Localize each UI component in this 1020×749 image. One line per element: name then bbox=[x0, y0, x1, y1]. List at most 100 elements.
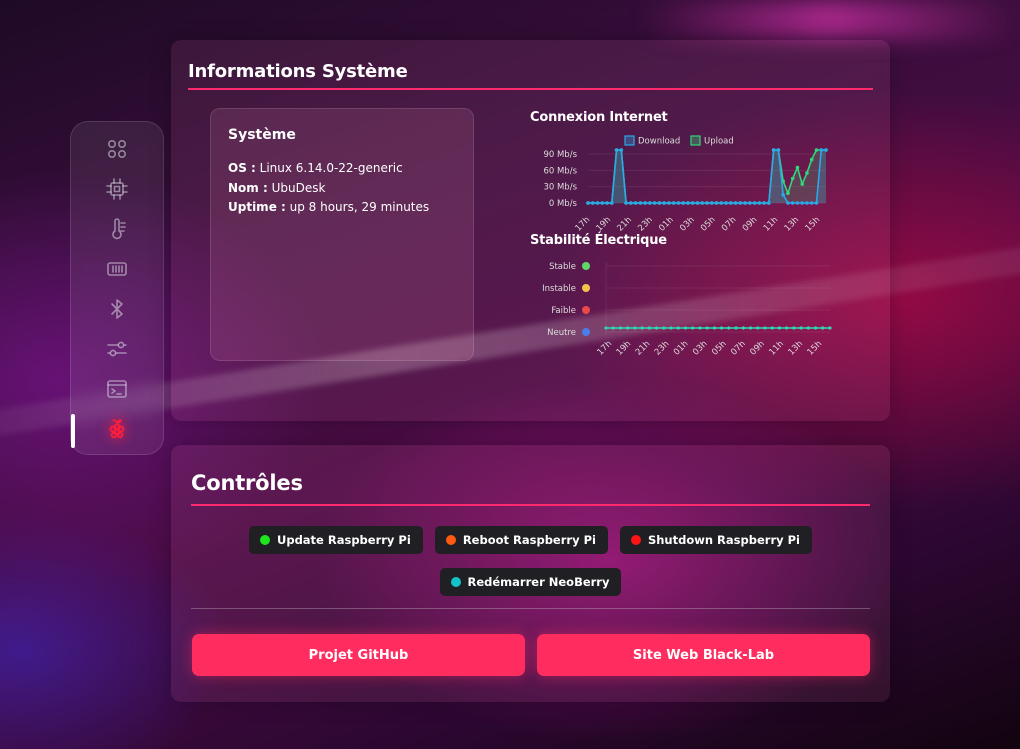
legend-label: Upload bbox=[704, 137, 734, 147]
data-point bbox=[605, 201, 609, 205]
x-tick-label: 19h bbox=[615, 339, 634, 358]
data-point bbox=[638, 201, 643, 205]
data-point bbox=[781, 193, 785, 197]
data-point bbox=[763, 326, 767, 330]
data-point bbox=[633, 326, 637, 330]
x-tick-label: 09h bbox=[748, 339, 767, 358]
panel-title: Contrôles bbox=[191, 471, 303, 495]
data-point bbox=[686, 201, 690, 205]
data-point bbox=[690, 201, 695, 205]
raspberry-icon[interactable] bbox=[102, 414, 132, 444]
x-tick-label: 11h bbox=[762, 215, 781, 234]
button-label: Redémarrer NeoBerry bbox=[467, 575, 610, 589]
data-point bbox=[600, 201, 605, 205]
button-label: Reboot Raspberry Pi bbox=[462, 533, 596, 547]
memory-icon[interactable] bbox=[102, 254, 132, 284]
data-point bbox=[786, 191, 790, 195]
data-point bbox=[767, 201, 771, 205]
system-card-heading: Système bbox=[228, 127, 296, 143]
data-point bbox=[824, 148, 828, 152]
data-point bbox=[805, 171, 809, 175]
legend-swatch bbox=[690, 135, 701, 146]
github-project-button[interactable]: Projet GitHub bbox=[192, 634, 525, 676]
controls-panel: Contrôles Update Raspberry Pi Reboot Ras… bbox=[171, 445, 890, 702]
background-glow bbox=[640, 0, 1020, 40]
status-dot bbox=[630, 535, 641, 545]
data-point bbox=[790, 201, 795, 205]
data-point bbox=[819, 148, 824, 152]
data-point bbox=[762, 201, 766, 205]
data-point bbox=[669, 326, 673, 330]
status-dot bbox=[450, 577, 461, 587]
restart-neoberry-button[interactable]: Redémarrer NeoBerry bbox=[439, 568, 622, 596]
x-tick-label: 07h bbox=[729, 339, 748, 358]
update-button[interactable]: Update Raspberry Pi bbox=[249, 526, 423, 554]
os-value: Linux 6.14.0-22-generic bbox=[255, 161, 403, 175]
status-dot bbox=[445, 535, 456, 545]
x-tick-label: 13h bbox=[783, 215, 802, 234]
button-label: Shutdown Raspberry Pi bbox=[647, 533, 800, 547]
x-tick-label: 11h bbox=[767, 339, 786, 358]
data-point bbox=[691, 326, 695, 330]
level-label: Instable bbox=[542, 284, 576, 294]
data-point bbox=[756, 326, 760, 330]
cpu-icon[interactable] bbox=[102, 174, 132, 204]
level-label: Stable bbox=[549, 262, 576, 272]
shutdown-button[interactable]: Shutdown Raspberry Pi bbox=[619, 526, 812, 554]
data-point bbox=[618, 326, 623, 330]
data-point bbox=[681, 201, 685, 205]
data-point bbox=[698, 326, 702, 330]
y-tick-label: 30 Mb/s bbox=[543, 183, 577, 193]
name-line: Nom : UbuDesk bbox=[228, 179, 456, 199]
data-point bbox=[800, 182, 804, 186]
data-point bbox=[785, 326, 789, 330]
level-dot bbox=[582, 306, 590, 314]
sliders-icon[interactable] bbox=[102, 334, 132, 364]
data-point bbox=[748, 326, 753, 330]
x-tick-label: 07h bbox=[720, 215, 739, 234]
button-label: Update Raspberry Pi bbox=[277, 533, 411, 547]
x-tick-label: 19h bbox=[595, 215, 614, 234]
panel-title: Informations Système bbox=[188, 61, 408, 82]
thermometer-icon[interactable] bbox=[102, 214, 132, 244]
internet-chart-title: Connexion Internet bbox=[530, 110, 668, 125]
data-point bbox=[657, 201, 662, 205]
level-dot bbox=[582, 284, 590, 292]
system-info-panel: Informations Système Système OS : Linux … bbox=[171, 40, 890, 421]
level-label: Neutre bbox=[547, 328, 576, 338]
terminal-icon[interactable] bbox=[102, 374, 132, 404]
reboot-button[interactable]: Reboot Raspberry Pi bbox=[434, 526, 608, 554]
x-tick-label: 15h bbox=[806, 339, 825, 358]
x-tick-label: 05h bbox=[710, 339, 729, 358]
level-dot bbox=[582, 262, 590, 270]
data-point bbox=[714, 201, 719, 205]
sidebar bbox=[70, 121, 164, 455]
blacklab-website-button[interactable]: Site Web Black-Lab bbox=[537, 634, 870, 676]
data-point bbox=[821, 326, 825, 330]
x-tick-label: 03h bbox=[678, 215, 697, 234]
level-label: Faible bbox=[551, 306, 576, 316]
power-chart-title: Stabilité Électrique bbox=[530, 233, 667, 248]
legend-label: Download bbox=[638, 137, 680, 147]
apps-icon[interactable] bbox=[102, 134, 132, 164]
x-tick-label: 01h bbox=[672, 339, 691, 358]
data-point bbox=[776, 148, 781, 152]
data-point bbox=[652, 201, 657, 205]
data-point bbox=[805, 201, 809, 205]
x-tick-label: 23h bbox=[653, 339, 672, 358]
control-row: Update Raspberry Pi Reboot Raspberry Pi … bbox=[171, 526, 890, 554]
uptime-line: Uptime : up 8 hours, 29 minutes bbox=[228, 198, 456, 218]
name-label: Nom : bbox=[228, 180, 268, 195]
bluetooth-icon[interactable] bbox=[102, 294, 132, 324]
data-point bbox=[671, 201, 676, 205]
data-point bbox=[800, 201, 804, 205]
data-point bbox=[792, 326, 796, 330]
uptime-value: up 8 hours, 29 minutes bbox=[285, 200, 430, 214]
data-point bbox=[724, 201, 728, 205]
level-dot bbox=[582, 328, 590, 336]
active-indicator bbox=[71, 414, 75, 448]
x-tick-label: 21h bbox=[634, 339, 653, 358]
data-point bbox=[720, 326, 724, 330]
y-tick-label: 60 Mb/s bbox=[543, 166, 577, 176]
x-tick-label: 17h bbox=[574, 215, 593, 234]
